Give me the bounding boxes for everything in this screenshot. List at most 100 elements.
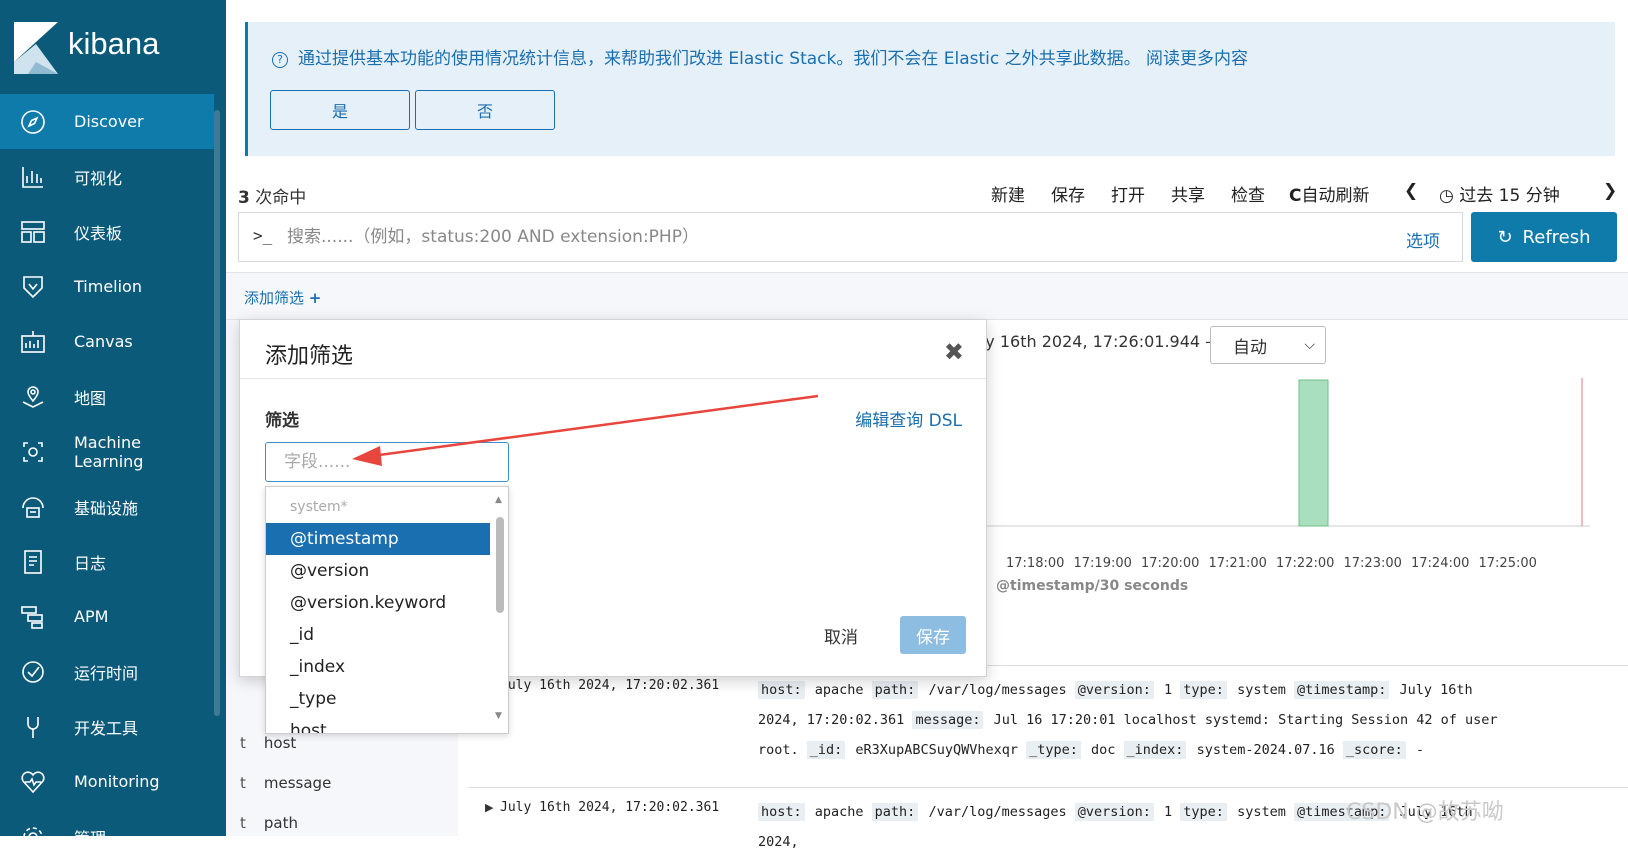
time-picker[interactable]: ◷ 过去 15 分钟	[1439, 181, 1560, 206]
time-next-icon[interactable]: ❯	[1603, 181, 1617, 201]
sidebar-item-management[interactable]: 管理	[0, 809, 214, 864]
doc-field-value: apache	[806, 682, 872, 698]
sidebar-item-uptime[interactable]: 运行时间	[0, 644, 214, 699]
apm-icon	[20, 604, 46, 630]
field-name: host	[263, 734, 297, 752]
sidebar-item-discover[interactable]: Discover	[0, 94, 214, 149]
auto-refresh-label: 自动刷新	[1301, 186, 1370, 206]
doc-field-key: @version:	[1074, 803, 1154, 821]
sidebar-item-timelion[interactable]: Timelion	[0, 259, 214, 314]
watermark: CSDN @故苏呦	[1346, 800, 1504, 825]
sidebar-item-apm[interactable]: APM	[0, 589, 214, 644]
kibana-logo-icon[interactable]	[14, 22, 58, 74]
refresh-icon: ↻	[1497, 226, 1513, 248]
map-pin-icon	[20, 384, 46, 410]
time-prev-icon[interactable]: ❮	[1404, 181, 1418, 201]
cancel-button[interactable]: 取消	[806, 616, 876, 654]
sidebar-item-infrastructure[interactable]: 基础设施	[0, 479, 214, 534]
doc-field-value: /var/log/messages	[920, 682, 1075, 698]
chart-icon	[20, 164, 46, 190]
yes-button[interactable]: 是	[270, 90, 410, 130]
hits-number: 3	[238, 188, 250, 208]
hits-count: 3 次命中	[238, 183, 306, 208]
sidebar-item-label: APM	[74, 607, 109, 626]
save-button[interactable]: 保存	[900, 616, 966, 654]
histogram-bar[interactable]	[1298, 379, 1329, 527]
doc-field-key: @version:	[1074, 681, 1154, 699]
dropdown-scrollbar[interactable]: ▲ ▼	[494, 495, 506, 725]
sidebar-item-canvas[interactable]: Canvas	[0, 314, 214, 369]
dropdown-option[interactable]: @timestamp	[266, 523, 490, 555]
dropdown-option[interactable]: @version.keyword	[266, 587, 490, 619]
uptime-icon	[20, 659, 46, 685]
sidebar: kibana Discover 可视化 仪表板 Timelion Canvas …	[0, 0, 226, 848]
doc-timestamp: July 16th 2024, 17:20:02.361	[500, 800, 720, 815]
sidebar-item-dev-tools[interactable]: 开发工具	[0, 699, 214, 754]
sidebar-item-label: 开发工具	[74, 718, 139, 738]
sidebar-item-label: Discover	[74, 112, 144, 131]
menu-save[interactable]: 保存	[1051, 181, 1085, 206]
query-bar: >_ 选项	[238, 212, 1463, 262]
auto-refresh-button[interactable]: C自动刷新	[1289, 181, 1369, 206]
doc-source: host: apache path: /var/log/messages @ve…	[758, 675, 1518, 765]
add-filter-link[interactable]: 添加筛选 +	[244, 287, 321, 308]
scroll-up-icon[interactable]: ▲	[495, 495, 502, 505]
scrollbar-thumb[interactable]	[496, 517, 504, 613]
doc-field-value: system	[1228, 682, 1294, 698]
refresh-button[interactable]: ↻ Refresh	[1471, 212, 1617, 262]
no-button[interactable]: 否	[415, 90, 555, 130]
gear-icon	[20, 824, 46, 850]
menu-new[interactable]: 新建	[991, 181, 1025, 206]
banner-message: ? 通过提供基本功能的使用情况统计信息，来帮助我们改进 Elastic Stack…	[272, 44, 1248, 69]
interval-select[interactable]: 自动 ⌵	[1210, 326, 1326, 364]
refresh-label: Refresh	[1522, 226, 1591, 248]
x-tick-label: 17:19:00	[1073, 556, 1132, 571]
doc-field-key: path:	[871, 803, 919, 821]
query-prompt-icon: >_	[253, 226, 273, 245]
field-item-path[interactable]: t path	[240, 814, 298, 832]
filter-bar: 添加筛选 +	[226, 272, 1628, 320]
histogram-chart	[980, 378, 1590, 527]
doc-field-key: type:	[1180, 803, 1227, 821]
logs-icon	[20, 549, 46, 575]
dropdown-option[interactable]: _type	[266, 683, 490, 715]
doc-field-key: _type:	[1026, 741, 1081, 759]
sidebar-item-monitoring[interactable]: Monitoring	[0, 754, 214, 809]
close-icon[interactable]: ✖	[944, 338, 964, 366]
dropdown-option[interactable]: @version	[266, 555, 490, 587]
app-name: kibana	[68, 26, 160, 61]
hits-label: 次命中	[249, 188, 307, 208]
edit-dsl-link[interactable]: 编辑查询 DSL	[855, 406, 962, 431]
sidebar-item-label: Canvas	[74, 332, 133, 351]
sidebar-scrollbar[interactable]	[214, 110, 220, 716]
x-axis-label: @timestamp/30 seconds	[996, 578, 1189, 594]
expand-row-icon[interactable]: ▶	[485, 801, 493, 814]
query-input[interactable]	[287, 223, 1337, 251]
menu-share[interactable]: 共享	[1171, 181, 1205, 206]
field-item-message[interactable]: t message	[240, 774, 331, 792]
doc-field-key: @timestamp:	[1293, 681, 1390, 699]
dropdown-option[interactable]: _id	[266, 619, 490, 651]
dropdown-option[interactable]: host	[266, 715, 490, 733]
scroll-down-icon[interactable]: ▼	[495, 711, 502, 721]
doc-field-value: doc	[1082, 742, 1124, 758]
sidebar-item-label: 可视化	[74, 168, 123, 188]
ml-icon	[20, 439, 46, 465]
query-options-link[interactable]: 选项	[1406, 227, 1440, 252]
interval-value: 自动	[1233, 337, 1267, 358]
doc-field-key: _score:	[1342, 741, 1406, 759]
sidebar-item-visualize[interactable]: 可视化	[0, 149, 214, 204]
doc-field-value: 1	[1155, 804, 1181, 820]
doc-field-value: 1	[1155, 682, 1181, 698]
sidebar-item-maps[interactable]: 地图	[0, 369, 214, 424]
sidebar-item-machine-learning[interactable]: Machine Learning	[0, 424, 214, 479]
field-combobox-input[interactable]	[265, 442, 509, 482]
sidebar-item-logs[interactable]: 日志	[0, 534, 214, 589]
sidebar-item-dashboard[interactable]: 仪表板	[0, 204, 214, 259]
menu-inspect[interactable]: 检查	[1231, 181, 1265, 206]
field-type-icon: t	[240, 814, 246, 832]
dropdown-option[interactable]: _index	[266, 651, 490, 683]
menu-open[interactable]: 打开	[1111, 181, 1145, 206]
field-item-host[interactable]: t host	[240, 734, 296, 752]
heartbeat-icon	[20, 769, 46, 795]
